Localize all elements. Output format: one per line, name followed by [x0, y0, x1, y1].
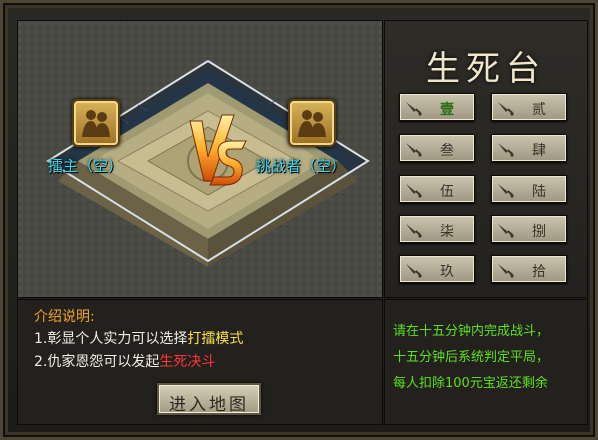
enter-map-button[interactable]: 进入地图 — [157, 383, 261, 415]
sword-icon — [498, 264, 514, 278]
level-button-10[interactable]: 拾 — [491, 255, 567, 283]
line1-text: 1.彰显个人实力可以选择 — [34, 331, 188, 347]
level-label: 贰 — [532, 102, 548, 118]
enter-map-label: 进入地图 — [169, 395, 249, 415]
level-label: 陆 — [532, 184, 548, 200]
arena-view: 擂主（空） 挑战者（空） — [17, 20, 383, 298]
level-label: 拾 — [532, 264, 548, 280]
level-label: 柒 — [440, 224, 456, 240]
level-button-8[interactable]: 捌 — [491, 215, 567, 243]
challenger-slot[interactable] — [288, 99, 336, 147]
panel-title: 生死台 — [426, 49, 546, 89]
description-line-1: 1.彰显个人实力可以选择打擂模式 — [34, 328, 243, 348]
level-panel: 生死台 壹 贰叁 肆伍 陆柒 捌玖 拾 — [384, 20, 588, 298]
sword-icon — [498, 143, 514, 157]
description-panel: 介绍说明: 1.彰显个人实力可以选择打擂模式 2.仇家恩怨可以发起生死决斗 进入… — [17, 299, 383, 425]
level-label: 肆 — [532, 143, 548, 159]
line1-highlight: 打擂模式 — [187, 331, 244, 347]
warriors-icon — [298, 110, 326, 137]
sword-icon — [406, 264, 422, 278]
line2-text: 2.仇家恩怨可以发起 — [34, 354, 160, 370]
arena-dialog: 擂主（空） 挑战者（空） 生死台 壹 贰叁 肆伍 陆柒 捌玖 拾 介绍说明: 1.彰显个人… — [0, 0, 598, 440]
level-button-9[interactable]: 玖 — [399, 255, 475, 283]
rules-panel: 请在十五分钟内完成战斗， 十五分钟后系统判定平局， 每人扣除100元宝返还剩余 — [384, 299, 588, 425]
sword-icon — [498, 102, 514, 116]
warriors-icon — [82, 110, 110, 137]
level-label: 捌 — [532, 224, 548, 240]
level-label: 叁 — [440, 143, 456, 159]
sword-icon — [498, 224, 514, 238]
host-name: 擂主（空） — [48, 157, 124, 175]
level-button-2[interactable]: 贰 — [491, 93, 567, 121]
description-line-2: 2.仇家恩怨可以发起生死决斗 — [34, 351, 215, 371]
level-label: 伍 — [440, 184, 456, 200]
line2-highlight: 生死决斗 — [159, 354, 216, 370]
host-slot[interactable] — [72, 99, 120, 147]
sword-icon — [406, 224, 422, 238]
rule-line-3: 每人扣除100元宝返还剩余 — [393, 376, 548, 391]
versus-emblem — [189, 114, 247, 186]
sword-icon — [406, 102, 422, 116]
level-button-3[interactable]: 叁 — [399, 134, 475, 162]
sword-icon — [498, 184, 514, 198]
rule-line-1: 请在十五分钟内完成战斗， — [393, 324, 550, 339]
description-title: 介绍说明: — [34, 309, 95, 325]
level-button-1[interactable]: 壹 — [399, 93, 475, 121]
level-label: 玖 — [440, 264, 456, 280]
level-button-6[interactable]: 陆 — [491, 175, 567, 203]
level-button-7[interactable]: 柒 — [399, 215, 475, 243]
level-button-5[interactable]: 伍 — [399, 175, 475, 203]
rule-line-2: 十五分钟后系统判定平局， — [393, 350, 550, 365]
challenger-name: 挑战者（空） — [256, 157, 347, 175]
level-button-4[interactable]: 肆 — [491, 134, 567, 162]
sword-icon — [406, 143, 422, 157]
level-label: 壹 — [440, 102, 456, 118]
sword-icon — [406, 184, 422, 198]
